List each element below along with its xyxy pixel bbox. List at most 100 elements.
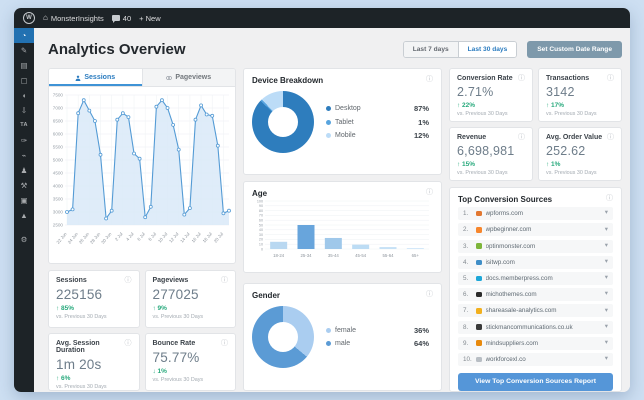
svg-text:6500: 6500 [53, 119, 64, 124]
metric-card: Avg. Order Value ⓘ 252.62 ↑ 1% vs. Previ… [538, 127, 622, 181]
source-row[interactable]: 2. wpbeginner.com ▾ [458, 223, 613, 237]
svg-text:18-24: 18-24 [273, 253, 285, 258]
site-menu[interactable]: ⌂ MonsterInsights [43, 14, 104, 23]
legend-label: Tablet [335, 118, 354, 126]
source-row[interactable]: 9. mindsuppliers.com ▾ [458, 336, 613, 350]
metric-change: ↑ 15% [457, 161, 476, 168]
info-icon[interactable]: ⓘ [426, 189, 433, 196]
source-domain: michothemes.com [485, 291, 537, 299]
chevron-down-icon[interactable]: ▾ [605, 226, 608, 234]
sidebar-item-dashboard-icon[interactable]: ◔ [14, 28, 34, 43]
source-row[interactable]: 10. workforcexl.co ▾ [458, 352, 613, 366]
info-icon[interactable]: ⓘ [221, 340, 228, 347]
source-row[interactable]: 5. docs.memberpress.com ▾ [458, 271, 613, 285]
source-row[interactable]: 1. wpforms.com ▾ [458, 207, 613, 221]
favicon-icon [476, 227, 482, 233]
source-row[interactable]: 6. michothemes.com ▾ [458, 288, 613, 302]
info-icon[interactable]: ⓘ [125, 277, 132, 284]
sidebar-item-comments-icon[interactable]: ◖ [14, 88, 34, 103]
source-row[interactable]: 3. optinmonster.com ▾ [458, 239, 613, 253]
info-icon[interactable]: ⓘ [125, 340, 132, 347]
source-row[interactable]: 4. isitwp.com ▾ [458, 255, 613, 269]
chevron-down-icon[interactable]: ▾ [605, 323, 608, 331]
chevron-down-icon[interactable]: ▾ [605, 210, 608, 217]
sidebar-item-settings-icon[interactable]: ⚙ [14, 232, 34, 247]
users-icon: ♟ [20, 165, 28, 175]
sidebar-item-analytics-icon[interactable]: ▲ [14, 208, 34, 223]
favicon-icon [476, 340, 482, 346]
sidebar-item-tools-icon[interactable]: ⚒ [14, 178, 34, 193]
metric-change: ↑ 6% [56, 375, 71, 382]
sidebar-item-downloads-icon[interactable]: ⇩ [14, 103, 34, 118]
info-icon[interactable]: ⓘ [518, 134, 525, 141]
chevron-down-icon[interactable]: ▾ [605, 291, 608, 298]
metric-title: Transactions [546, 75, 590, 82]
sidebar-item-posts-icon[interactable]: ✎ [14, 43, 34, 58]
sidebar-item-appearance-icon[interactable]: ✑ [14, 133, 34, 148]
age-bar-chart: 0102030405060708090100 18-24 25-34 35-44 45-… [257, 199, 429, 258]
info-icon[interactable]: ⓘ [426, 291, 433, 298]
comments-icon: ◖ [21, 90, 27, 100]
chevron-down-icon[interactable]: ▾ [605, 307, 608, 315]
source-domain: wpbeginner.com [485, 226, 532, 234]
metric-title: Avg. Session Duration [56, 340, 100, 354]
legend-value: 87% [413, 104, 429, 113]
person-icon [75, 75, 81, 81]
source-domain: stickmancommunications.co.uk [485, 323, 573, 331]
sidebar-item-ta-plugin-icon[interactable]: TA [14, 118, 34, 133]
comments-menu[interactable]: 40 [111, 14, 131, 23]
metric-period: vs. Previous 30 Days [152, 313, 204, 320]
sidebar-item-pages-icon[interactable]: ▢ [14, 73, 34, 88]
tab-pageviews-label: Pageviews [175, 74, 212, 81]
gender-donut-chart [252, 306, 314, 368]
wordpress-logo-icon[interactable]: W [23, 12, 35, 24]
set-custom-date-range-button[interactable]: Set Custom Date Range [527, 40, 622, 58]
info-icon[interactable]: ⓘ [606, 195, 613, 202]
tab-pageviews[interactable]: Pageviews [141, 69, 235, 86]
svg-text:25-34: 25-34 [301, 253, 313, 258]
sidebar-item-users-icon[interactable]: ♟ [14, 163, 34, 178]
info-icon[interactable]: ⓘ [518, 75, 525, 82]
metric-change: ↑ 17% [546, 102, 565, 109]
svg-text:24 Jun: 24 Jun [67, 231, 80, 245]
info-icon[interactable]: ⓘ [607, 134, 614, 141]
source-row[interactable]: 7. shareasale-analytics.com ▾ [458, 304, 613, 318]
legend-label: female [335, 326, 357, 334]
svg-text:5500: 5500 [53, 145, 64, 150]
gender-title: Gender [252, 291, 281, 300]
source-row[interactable]: 8. stickmancommunications.co.uk ▾ [458, 320, 613, 334]
svg-text:7500: 7500 [53, 93, 64, 98]
chevron-down-icon[interactable]: ▾ [605, 242, 608, 250]
new-menu[interactable]: + New [139, 14, 160, 23]
svg-text:20 Jul: 20 Jul [213, 231, 224, 243]
tab-sessions[interactable]: Sessions [49, 69, 142, 86]
info-icon[interactable]: ⓘ [221, 277, 228, 284]
gender-legend: female 36% male 64% [326, 321, 433, 353]
legend-dot [326, 106, 331, 111]
info-icon[interactable]: ⓘ [426, 76, 433, 83]
metric-title: Revenue [457, 134, 487, 141]
chevron-down-icon[interactable]: ▾ [605, 275, 608, 282]
metric-value: 1m 20s [56, 357, 102, 372]
legend-dot [326, 341, 331, 347]
posts-icon: ✎ [20, 45, 28, 55]
pages-icon: ▢ [20, 75, 28, 85]
sidebar-item-editor-icon[interactable]: ▣ [14, 193, 34, 208]
info-icon[interactable]: ⓘ [607, 75, 614, 82]
metric-value: 6,698,981 [457, 144, 515, 158]
chevron-down-icon[interactable]: ▾ [605, 356, 608, 363]
sidebar-item-media-icon[interactable]: ▤ [14, 58, 34, 73]
view-top-sources-report-button[interactable]: View Top Conversion Sources Report [458, 372, 613, 391]
date-range-toggle: Last 7 days Last 30 days [402, 40, 518, 58]
metric-card: Bounce Rate ⓘ 75.77% ↓ 1% vs. Previous 3… [144, 333, 236, 391]
main-content: Analytics Overview Last 7 days Last 30 da… [34, 28, 630, 392]
svg-text:12 Jul: 12 Jul [168, 231, 179, 243]
device-breakdown-title: Device Breakdown [252, 76, 324, 85]
svg-text:55-64: 55-64 [383, 253, 395, 258]
sidebar-item-plugins-icon[interactable]: ⌁ [14, 148, 34, 163]
range-button-last-7-days[interactable]: Last 7 days [403, 41, 459, 57]
chevron-down-icon[interactable]: ▾ [605, 339, 608, 347]
chevron-down-icon[interactable]: ▾ [605, 258, 608, 266]
left-column: Sessions Pageviews 2500 3000 3500 4000 4500 5… [48, 68, 236, 392]
range-button-last-30-days[interactable]: Last 30 days [458, 41, 517, 57]
